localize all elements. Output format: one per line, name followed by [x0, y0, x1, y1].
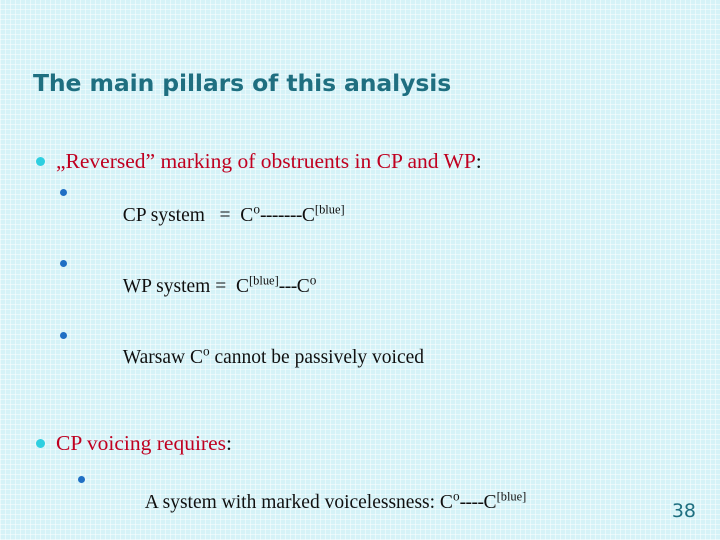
- warsaw-sup: o: [202, 343, 210, 359]
- marked-voicelessness-base2: C: [483, 491, 497, 513]
- sub-bullet-marked-voicelessness: A system with marked voicelessness: Co--…: [0, 467, 720, 538]
- marked-voicelessness-text: A system with marked voicelessness: C: [144, 491, 453, 513]
- page-title: The main pillars of this analysis: [33, 69, 452, 97]
- sub-bullet-cp-system: CP system = Co-------C[blue]: [0, 180, 720, 251]
- sub-bullet-dot-icon: [60, 188, 67, 196]
- content-group-1: „Reversed” marking of obstruents in CP a…: [0, 148, 720, 394]
- sub-bullet-list-2: A system with marked voicelessness: Co--…: [0, 467, 720, 540]
- wp-system-formula-left-base: C: [235, 276, 249, 297]
- bullet-level1-colon: :: [225, 430, 232, 455]
- cp-system-formula-right-base: C: [301, 204, 315, 226]
- sub-bullet-dot-icon: [60, 331, 67, 339]
- marked-voicelessness-sup2: [blue]: [496, 489, 527, 504]
- warsaw-text-after: cannot be passively voiced: [209, 347, 425, 369]
- slide: The main pillars of this analysis „Rever…: [0, 0, 720, 540]
- sub-bullet-warsaw-passive-voicing: Warsaw Co cannot be passively voiced: [0, 323, 720, 394]
- warsaw-text-before: Warsaw C: [122, 347, 203, 369]
- marked-voicelessness-dashes: ----: [459, 491, 484, 513]
- bullet-level1-cp-voicing-requires: CP voicing requires:: [0, 430, 720, 457]
- bullet-level1-label: CP voicing requires: [56, 430, 226, 455]
- sub-bullet-dot-icon: [60, 260, 67, 268]
- marked-voicelessness-sup: o: [452, 488, 460, 504]
- cp-system-equals: =: [219, 204, 231, 226]
- sub-bullet-wp-system: WP system = C[blue]---Co: [0, 251, 720, 322]
- page-number: 38: [671, 500, 696, 522]
- bullet-level1-label: „Reversed” marking of obstruents in CP a…: [56, 149, 476, 173]
- sub-bullet-dot-icon: [78, 475, 85, 483]
- wp-system-label: WP system: [122, 276, 211, 297]
- cp-system-formula-left-sup: o: [253, 201, 260, 217]
- slide-body: „Reversed” marking of obstruents in CP a…: [0, 148, 720, 540]
- bullet-dot-icon: [36, 157, 45, 166]
- cp-system-formula-left-base: C: [240, 204, 254, 226]
- wp-system-formula-left-sup: [blue]: [248, 273, 279, 288]
- bullet-level1-reversed-marking: „Reversed” marking of obstruents in CP a…: [0, 148, 720, 175]
- bullet-dot-icon: [36, 438, 45, 448]
- sub-bullet-list-1: CP system = Co-------C[blue] WP system =…: [0, 180, 720, 394]
- bullet-level1-colon: :: [475, 149, 482, 173]
- wp-system-formula-right-base: C: [296, 276, 310, 297]
- cp-system-formula-right-sup: [blue]: [314, 202, 345, 217]
- cp-system-formula-dashes: -------: [259, 204, 302, 226]
- cp-system-label: CP system: [122, 204, 205, 226]
- content-group-2: CP voicing requires: A system with marke…: [0, 430, 720, 540]
- wp-system-formula-right-sup: o: [309, 272, 317, 288]
- wp-system-formula-dashes: ---: [278, 276, 297, 297]
- wp-system-equals: =: [215, 276, 227, 297]
